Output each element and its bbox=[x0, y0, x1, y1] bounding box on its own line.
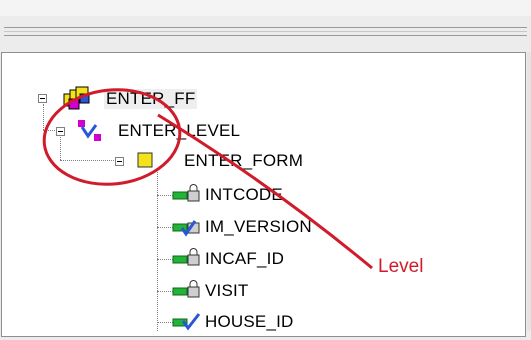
tree-connector bbox=[60, 160, 116, 161]
tree-node-label: INTCODE bbox=[205, 185, 283, 204]
tree-node-root[interactable]: ENTER_FF bbox=[60, 86, 198, 112]
collapse-toggle[interactable] bbox=[115, 157, 124, 166]
tree-node-level[interactable]: ENTER_LEVEL bbox=[76, 118, 240, 144]
tree-node-item[interactable]: INCAF_ID bbox=[171, 246, 284, 272]
form-icon bbox=[132, 148, 184, 174]
tree-node-label: VISIT bbox=[205, 281, 249, 300]
locked-item-icon bbox=[171, 246, 205, 272]
tree-connector bbox=[43, 104, 44, 130]
checked-item-icon bbox=[171, 309, 205, 335]
locked-checked-item-icon bbox=[171, 214, 205, 240]
tree-node-form[interactable]: ENTER_FORM bbox=[132, 148, 303, 174]
locked-item-icon bbox=[171, 278, 205, 304]
collapse-toggle[interactable] bbox=[56, 127, 65, 136]
panel-scroll-edge bbox=[527, 52, 531, 331]
tree-node-item[interactable]: INTCODE bbox=[171, 182, 283, 208]
toolbar-strip bbox=[0, 0, 531, 16]
tree-node-label: HOUSE_ID bbox=[205, 312, 294, 331]
tree-node-label: ENTER_LEVEL bbox=[118, 121, 241, 140]
tree-connector bbox=[60, 134, 61, 160]
tree-node-label: ENTER_FF bbox=[104, 89, 198, 109]
tree-node-label: INCAF_ID bbox=[205, 249, 285, 268]
tree-node-item[interactable]: IM_VERSION bbox=[171, 214, 312, 240]
annotation-label: Level bbox=[378, 256, 424, 277]
file-stack-icon bbox=[60, 86, 104, 112]
splitter-grip-line[interactable] bbox=[4, 27, 527, 28]
splitter-grip-line[interactable] bbox=[4, 35, 527, 36]
tree-node-label: ENTER_FORM bbox=[184, 151, 304, 170]
collapse-toggle[interactable] bbox=[38, 94, 47, 103]
tree-node-item[interactable]: HOUSE_ID bbox=[171, 309, 294, 335]
level-icon bbox=[76, 118, 118, 144]
locked-item-icon bbox=[171, 182, 205, 208]
splitter-grip-line[interactable] bbox=[4, 31, 527, 32]
tree-connector bbox=[43, 130, 55, 131]
tree-node-label: IM_VERSION bbox=[205, 217, 312, 236]
tree-node-item[interactable]: VISIT bbox=[171, 278, 249, 304]
